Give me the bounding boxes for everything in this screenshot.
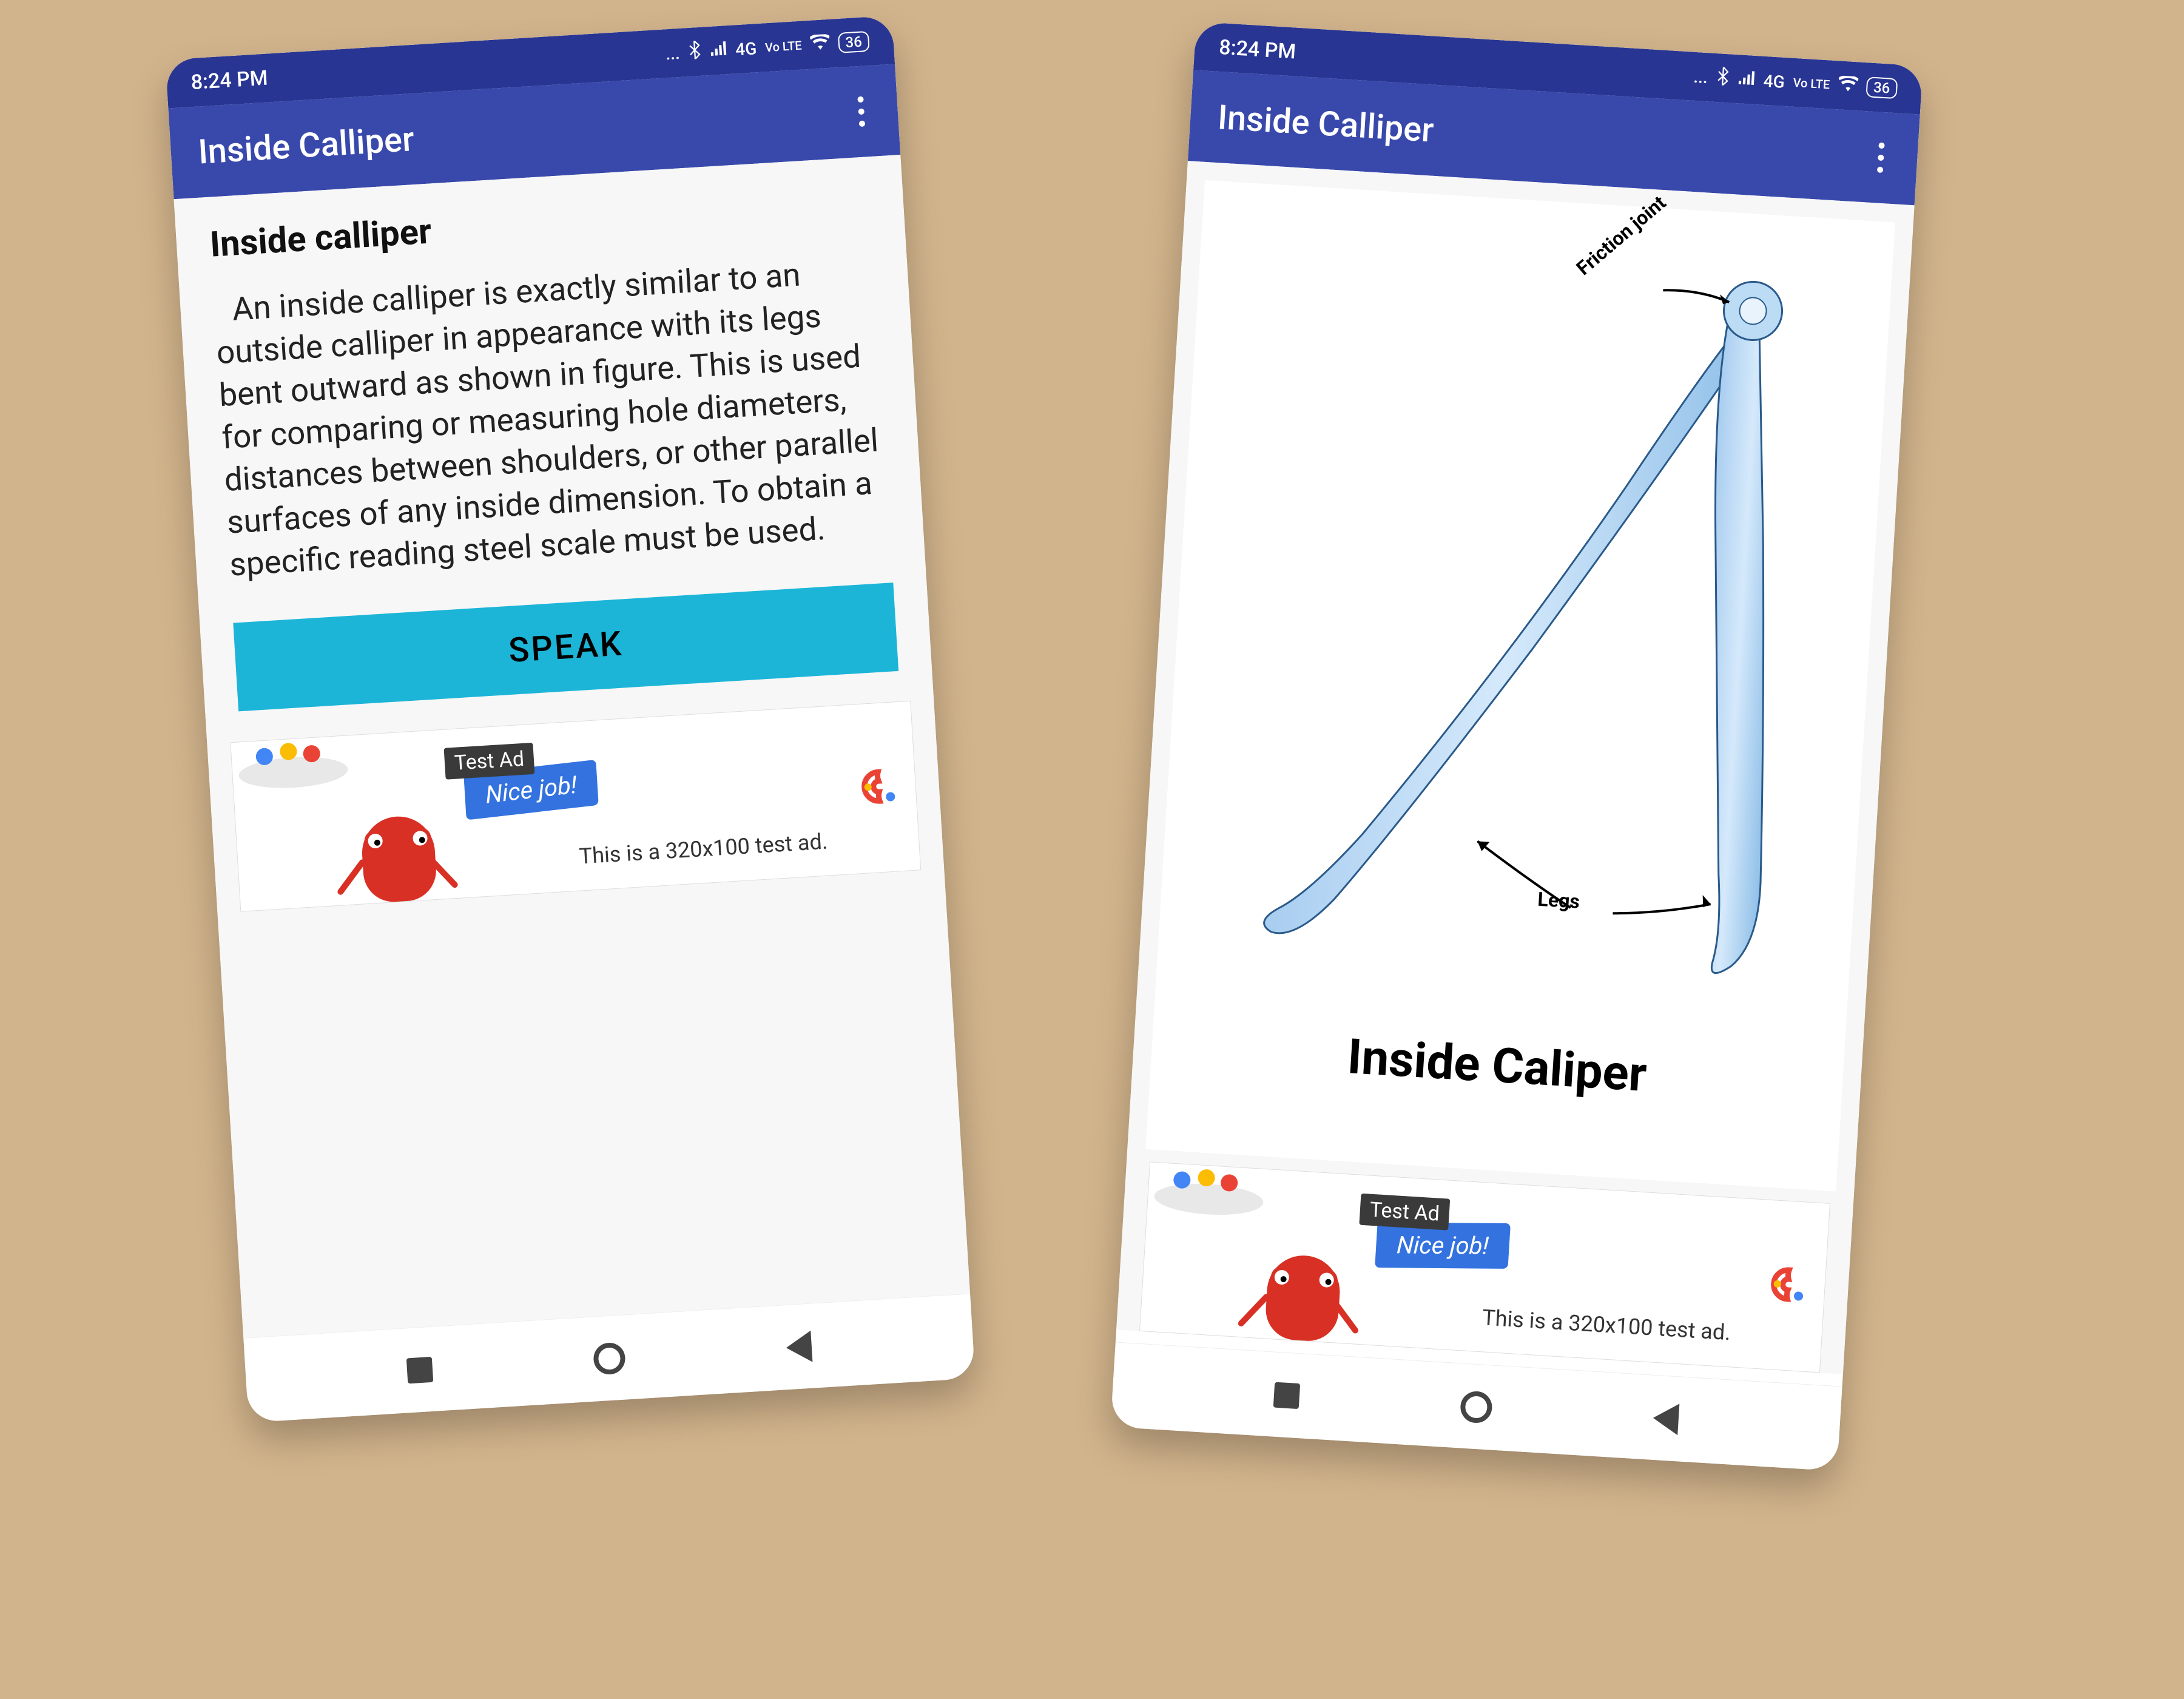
ad-description: This is a 320x100 test ad. bbox=[1481, 1305, 1731, 1345]
diagram-card: Friction joint Legs Inside Caliper bbox=[1145, 180, 1895, 1192]
ad-banner[interactable]: Test Ad Nice job! This is a 320x100 test… bbox=[230, 700, 921, 911]
wifi-icon bbox=[1838, 75, 1858, 96]
volte-label: Vo LTE bbox=[1793, 76, 1830, 91]
admob-logo-icon bbox=[860, 767, 898, 808]
network-label: 4G bbox=[735, 38, 757, 59]
nav-back-icon[interactable] bbox=[785, 1330, 812, 1363]
admob-logo-icon bbox=[1769, 1265, 1808, 1306]
diagram-caption: Inside Caliper bbox=[1162, 1017, 1832, 1115]
inside-caliper-diagram bbox=[1183, 206, 1866, 1021]
status-time: 8:24 PM bbox=[1218, 35, 1296, 64]
nav-recent-icon[interactable] bbox=[1273, 1382, 1300, 1408]
more-options-icon[interactable] bbox=[851, 90, 872, 133]
nav-home-icon[interactable] bbox=[593, 1342, 626, 1375]
status-indicators: ... 4G Vo LTE 36 bbox=[665, 30, 870, 64]
ad-description: This is a 320x100 test ad. bbox=[578, 828, 828, 869]
content-body: An inside calliper is exactly similar to… bbox=[197, 243, 908, 612]
content-area: Inside calliper An inside calliper is ex… bbox=[174, 155, 970, 1338]
ad-illustration bbox=[1152, 1163, 1392, 1346]
ad-tag-label: Test Ad bbox=[444, 743, 535, 780]
status-time: 8:24 PM bbox=[190, 66, 269, 95]
status-indicators: ... 4G Vo LTE 36 bbox=[1693, 65, 1898, 100]
content-area: Friction joint Legs Inside Caliper Test … bbox=[1116, 161, 1915, 1374]
nav-home-icon[interactable] bbox=[1460, 1390, 1493, 1424]
app-bar-title: Inside Calliper bbox=[197, 119, 416, 172]
wifi-icon bbox=[810, 33, 831, 55]
status-dots: ... bbox=[1693, 66, 1708, 87]
bluetooth-icon bbox=[687, 40, 702, 63]
network-label: 4G bbox=[1763, 70, 1785, 92]
ad-bubble-group: Test Ad Nice job! bbox=[1357, 1194, 1512, 1272]
label-legs: Legs bbox=[1537, 888, 1581, 913]
bluetooth-icon bbox=[1716, 67, 1730, 90]
battery-indicator: 36 bbox=[1866, 76, 1898, 99]
nav-recent-icon[interactable] bbox=[406, 1356, 433, 1383]
phone-screenshot-left: 8:24 PM ... 4G Vo LTE 36 Inside Calliper… bbox=[165, 15, 975, 1422]
ad-bubble-group: Test Ad Nice job! bbox=[444, 738, 599, 817]
status-dots: ... bbox=[665, 42, 680, 63]
more-options-icon[interactable] bbox=[1870, 136, 1891, 180]
ad-banner[interactable]: Test Ad Nice job! This is a 320x100 test… bbox=[1139, 1161, 1830, 1373]
nav-back-icon[interactable] bbox=[1652, 1402, 1679, 1434]
signal-icon bbox=[709, 40, 727, 61]
phone-screenshot-right: 8:24 PM ... 4G Vo LTE 36 Inside Calliper bbox=[1110, 22, 1923, 1471]
volte-label: Vo LTE bbox=[765, 39, 803, 54]
signal-icon bbox=[1737, 69, 1756, 90]
ad-tag-label: Test Ad bbox=[1359, 1194, 1450, 1231]
app-bar-title: Inside Calliper bbox=[1216, 97, 1435, 150]
battery-indicator: 36 bbox=[837, 31, 869, 53]
